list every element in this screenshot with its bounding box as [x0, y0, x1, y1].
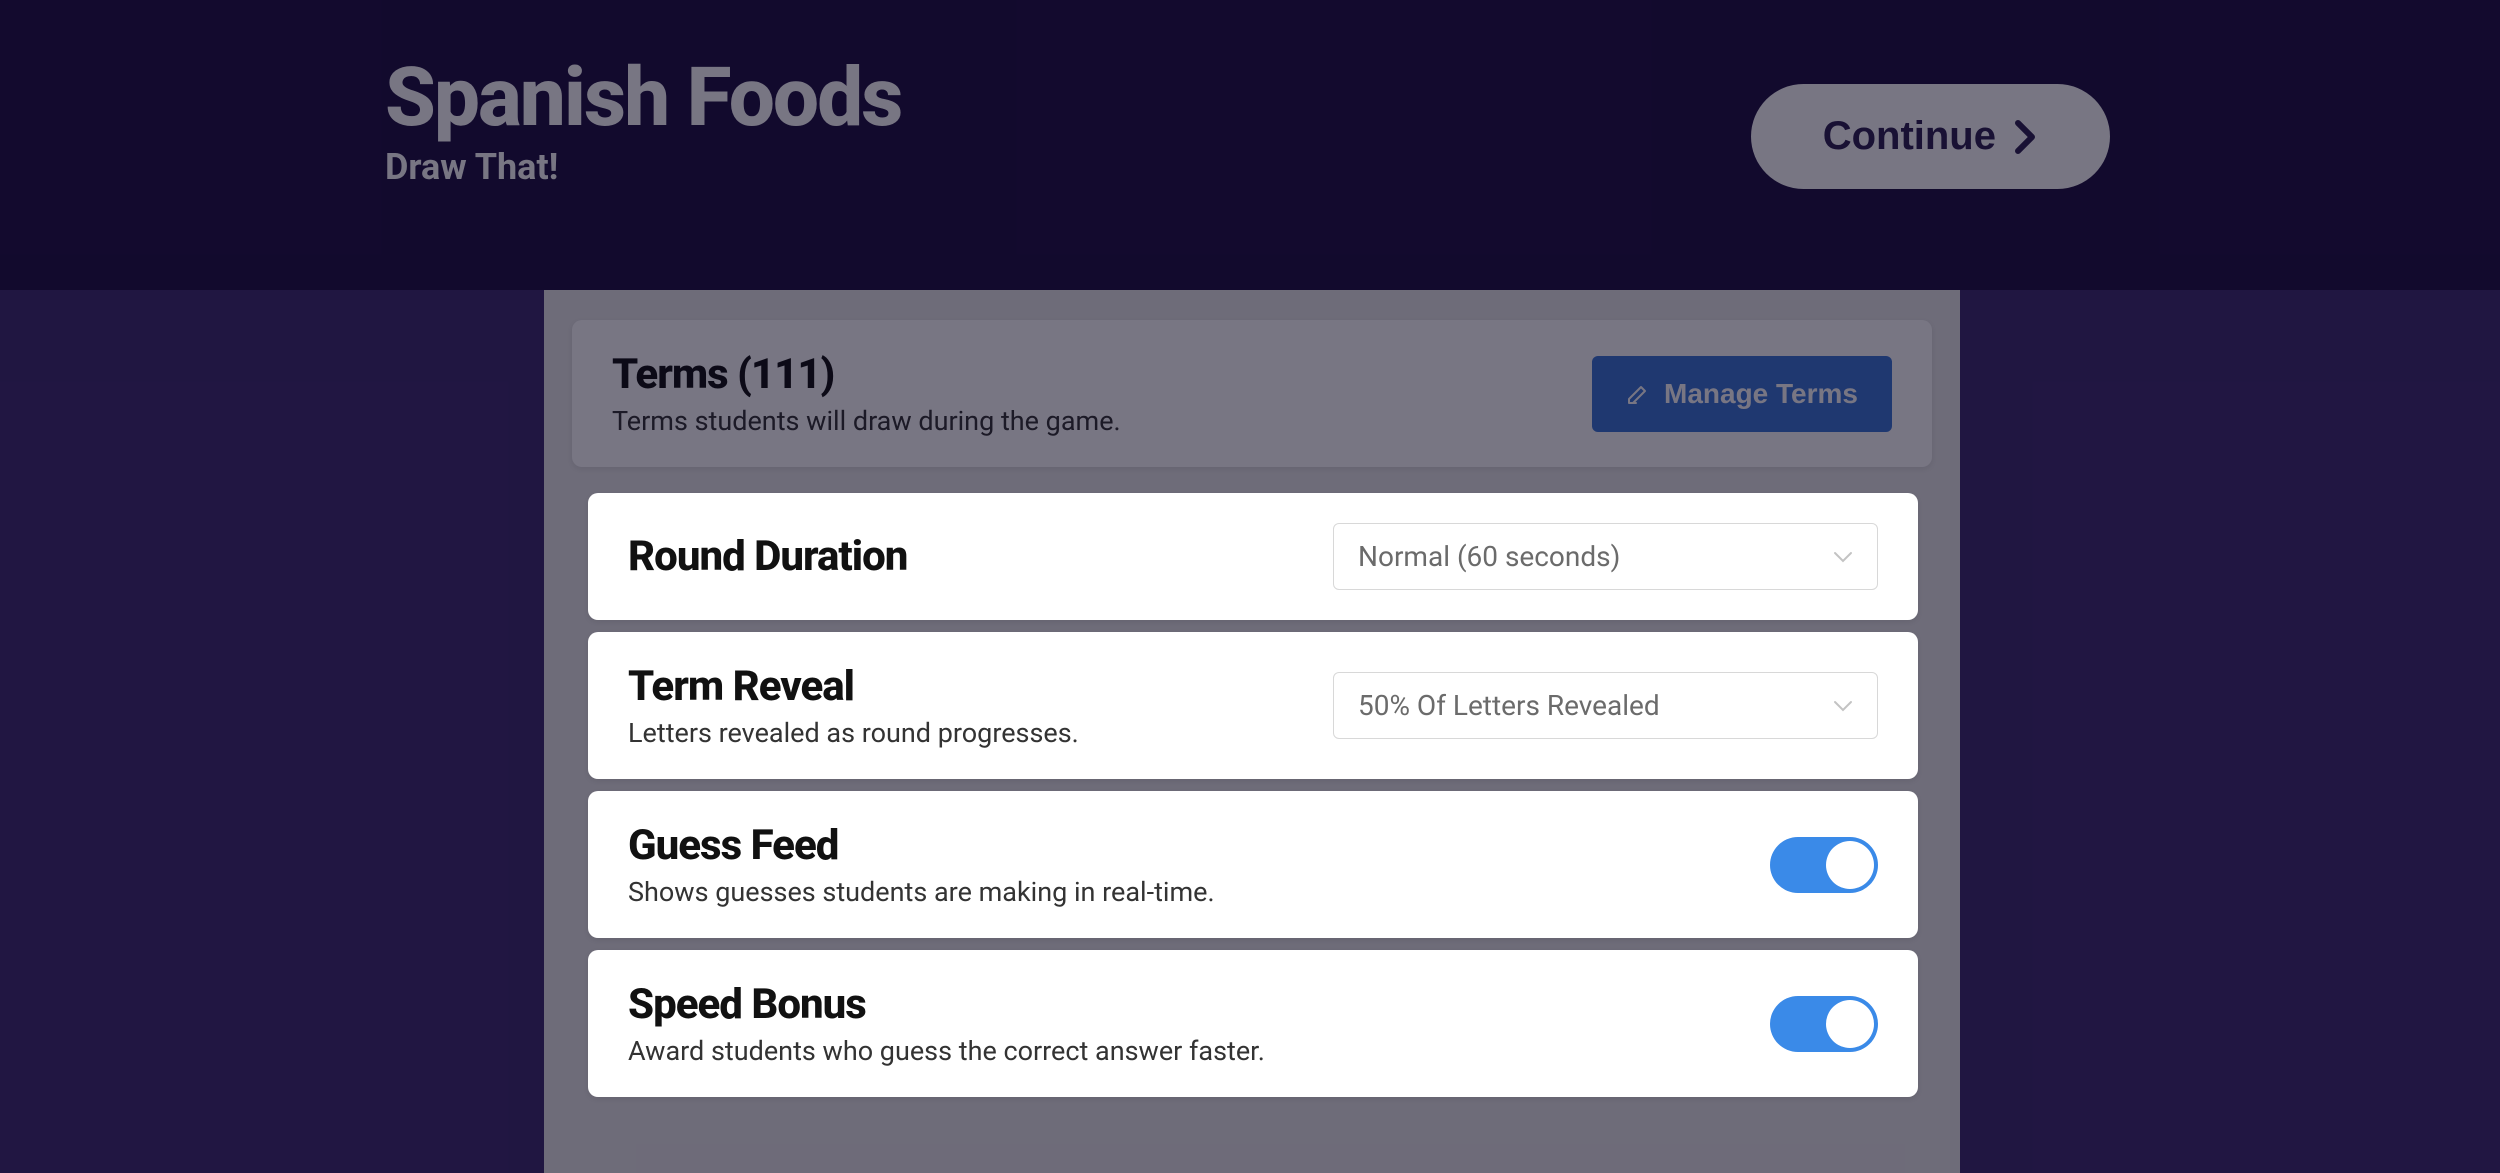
page-subtitle: Draw That! — [385, 146, 2500, 188]
page-title: Spanish Foods — [385, 55, 2500, 141]
speed-bonus-title: Speed Bonus — [628, 980, 1770, 1029]
speed-bonus-desc: Award students who guess the correct ans… — [628, 1035, 1770, 1067]
guess-feed-desc: Shows guesses students are making in rea… — [628, 876, 1770, 908]
edit-icon — [1626, 382, 1650, 406]
chevron-down-icon — [1833, 699, 1853, 713]
term-reveal-select[interactable]: 50% Of Letters Revealed — [1333, 672, 1878, 739]
guess-feed-card: Guess Feed Shows guesses students are ma… — [588, 791, 1918, 938]
toggle-knob — [1826, 1000, 1874, 1048]
toggle-knob — [1826, 841, 1874, 889]
chevron-right-icon — [2014, 119, 2038, 155]
manage-terms-button[interactable]: Manage Terms — [1592, 356, 1892, 432]
continue-label: Continue — [1823, 114, 1996, 159]
highlighted-settings: Round Duration Normal (60 seconds) Term … — [588, 473, 1918, 1153]
terms-title: Terms (111) — [612, 350, 1592, 399]
round-duration-select[interactable]: Normal (60 seconds) — [1333, 523, 1878, 590]
page-header: Spanish Foods Draw That! Continue — [0, 0, 2500, 290]
speed-bonus-card: Speed Bonus Award students who guess the… — [588, 950, 1918, 1097]
continue-button[interactable]: Continue — [1751, 84, 2110, 189]
terms-desc: Terms students will draw during the game… — [612, 405, 1592, 437]
term-reveal-card: Term Reveal Letters revealed as round pr… — [588, 632, 1918, 779]
term-reveal-value: 50% Of Letters Revealed — [1358, 689, 1660, 722]
speed-bonus-toggle[interactable] — [1770, 996, 1878, 1052]
chevron-down-icon — [1833, 550, 1853, 564]
term-reveal-title: Term Reveal — [628, 662, 1333, 711]
round-duration-title: Round Duration — [628, 532, 1333, 581]
term-reveal-desc: Letters revealed as round progresses. — [628, 717, 1333, 749]
guess-feed-title: Guess Feed — [628, 821, 1770, 870]
manage-terms-label: Manage Terms — [1664, 378, 1858, 410]
guess-feed-toggle[interactable] — [1770, 837, 1878, 893]
terms-card: Terms (111) Terms students will draw dur… — [572, 320, 1932, 467]
round-duration-card: Round Duration Normal (60 seconds) — [588, 493, 1918, 620]
round-duration-value: Normal (60 seconds) — [1358, 540, 1620, 573]
